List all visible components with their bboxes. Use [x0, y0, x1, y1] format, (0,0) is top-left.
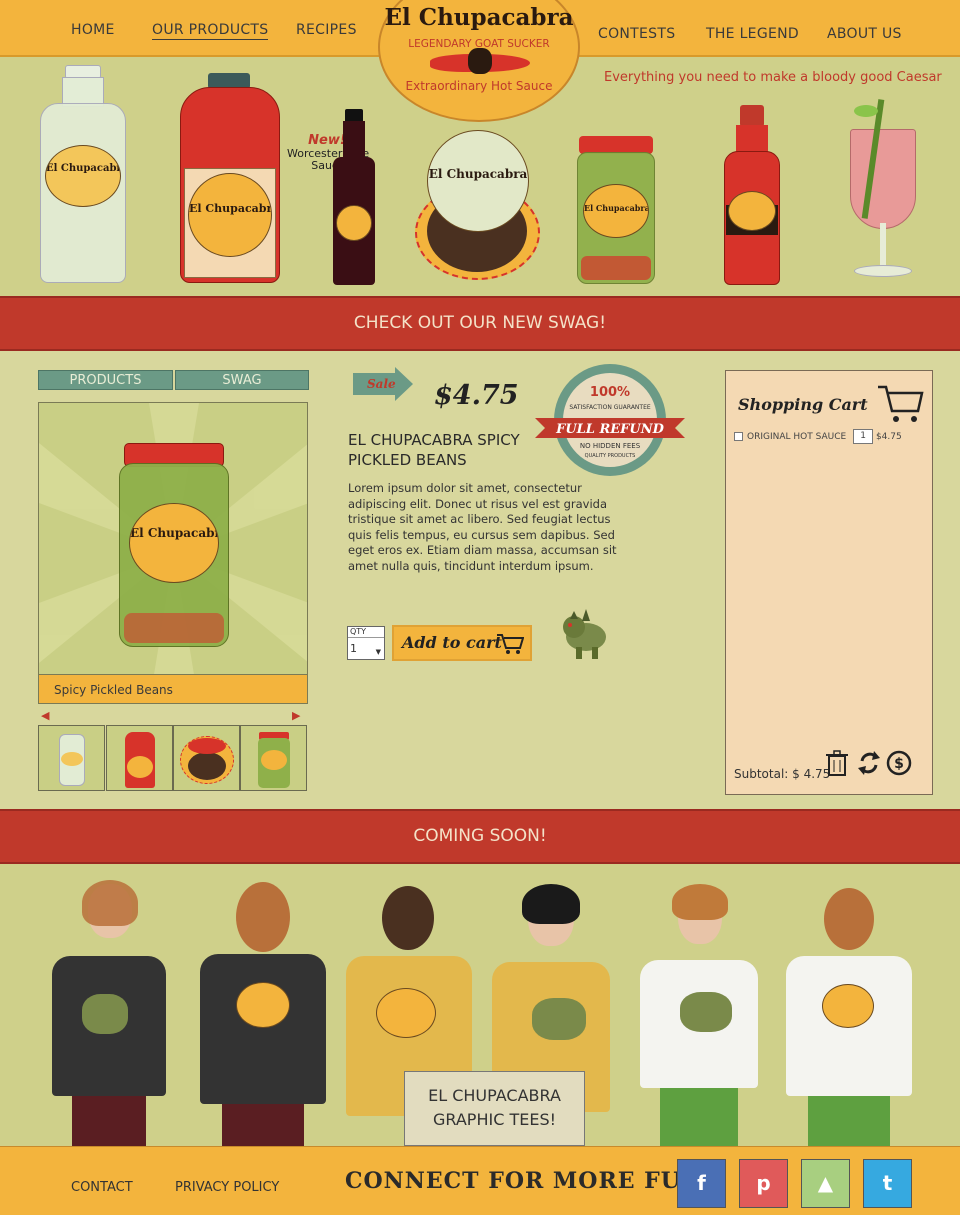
model-dark-tee-back[interactable]: [200, 882, 326, 1146]
svg-text:$: $: [894, 756, 904, 772]
product-title: EL CHUPACABRA SPICY PICKLED BEANS: [348, 431, 520, 469]
badge-quality: QUALITY PRODUCTS: [585, 453, 636, 459]
quantity-value: 1: [350, 642, 357, 655]
tees-caption-line2: GRAPHIC TEES!: [432, 1110, 557, 1129]
worcestershire-bottle-image[interactable]: [333, 109, 375, 285]
android-button[interactable]: ▲: [801, 1159, 850, 1208]
shopping-cart-icon: [878, 385, 924, 422]
gallery-prev-arrow[interactable]: ◀: [41, 709, 49, 722]
footer-privacy-link[interactable]: PRIVACY POLICY: [175, 1180, 279, 1195]
sale-label: Sale: [367, 377, 396, 391]
shopping-cart-panel: Shopping Cart ORIGINAL HOT SAUCE 1 $4.75…: [725, 370, 933, 795]
nav-our-products[interactable]: OUR PRODUCTS: [152, 22, 269, 40]
checkout-dollar-icon[interactable]: $: [886, 749, 912, 777]
chupacabra-monster-icon: [563, 609, 606, 659]
connect-heading: CONNECT FOR MORE FUN: [345, 1168, 703, 1194]
badge-ribbon: FULL REFUND: [555, 422, 665, 437]
hero-tagline: Everything you need to make a bloody goo…: [604, 70, 942, 85]
badge-fees: NO HIDDEN FEES: [580, 442, 641, 450]
cart-subtotal: Subtotal: $ 4.75: [734, 767, 831, 781]
nav-about-us[interactable]: ABOUT US: [827, 26, 902, 42]
quantity-select[interactable]: QTY 1 ▼: [347, 626, 385, 660]
tomato-cocktail-bottle-image[interactable]: El Chupacabra: [180, 73, 280, 285]
nav-contests[interactable]: CONTESTS: [598, 26, 675, 42]
model-white-tee-back[interactable]: [786, 888, 912, 1146]
cart-icon: [497, 634, 524, 654]
thumbnail-pickled-beans[interactable]: [240, 725, 307, 791]
swag-banner[interactable]: CHECK OUT OUR NEW SWAG!: [0, 296, 960, 351]
footer-contact-link[interactable]: CONTACT: [71, 1180, 133, 1195]
logo-tagline: Extraordinary Hot Sauce: [405, 79, 553, 93]
vodka-bottle-image[interactable]: El Chupacabra: [40, 65, 126, 285]
product-image-caption: Spicy Pickled Beans: [38, 674, 308, 704]
hot-sauce-bottle-image[interactable]: [724, 105, 780, 285]
model-white-tee-front[interactable]: [640, 884, 758, 1146]
twitter-icon: t: [882, 1171, 893, 1195]
thumbnail-tomato-cocktail[interactable]: [106, 725, 173, 791]
nav-home[interactable]: HOME: [71, 22, 115, 38]
tab-products[interactable]: PRODUCTS: [38, 370, 173, 390]
android-icon: ▲: [817, 1171, 834, 1195]
thumbnail-caesar-rimmer[interactable]: [173, 725, 240, 791]
nav-recipes[interactable]: RECIPES: [296, 22, 357, 38]
trash-icon[interactable]: [824, 749, 850, 777]
product-main-image[interactable]: El Chupacabra: [38, 402, 308, 704]
cart-item-qty-input[interactable]: 1: [853, 429, 874, 444]
tees-caption-line1: EL CHUPACABRA: [428, 1086, 561, 1105]
cart-title: Shopping Cart: [738, 395, 868, 414]
gallery-next-arrow[interactable]: ▶: [292, 709, 300, 722]
twitter-button[interactable]: t: [863, 1159, 912, 1208]
thumbnail-vodka[interactable]: [38, 725, 105, 791]
cart-item-name: ORIGINAL HOT SAUCE: [747, 432, 847, 442]
tab-swag[interactable]: SWAG: [175, 370, 309, 390]
cart-item: ORIGINAL HOT SAUCE 1 $4.75: [734, 429, 929, 445]
footer: CONTACT PRIVACY POLICY CONNECT FOR MORE …: [0, 1146, 960, 1215]
nav-the-legend[interactable]: THE LEGEND: [706, 26, 799, 42]
facebook-button[interactable]: f: [677, 1159, 726, 1208]
jar-label: El Chupacabra: [129, 503, 219, 583]
sale-flag: Sale: [353, 367, 413, 401]
product-price: $4.75: [434, 380, 519, 411]
refresh-icon[interactable]: [856, 749, 882, 777]
pinterest-button[interactable]: p: [739, 1159, 788, 1208]
cart-item-checkbox[interactable]: [734, 432, 743, 441]
model-dark-tee-front[interactable]: [52, 880, 166, 1146]
cart-item-price: $4.75: [875, 432, 902, 442]
satisfaction-badge: 100% SATISFACTION GUARANTEE FULL REFUND …: [535, 364, 685, 476]
quantity-label: QTY: [348, 627, 384, 638]
logo-title: El Chupacabra: [384, 4, 574, 31]
caesar-rimmer-image[interactable]: El Chupacabra: [415, 130, 540, 280]
add-to-cart-button[interactable]: Add to cart: [392, 625, 532, 661]
pickled-beans-jar-image[interactable]: El Chupacabra: [577, 136, 655, 284]
facebook-icon: f: [697, 1171, 706, 1195]
coming-soon-banner[interactable]: COMING SOON!: [0, 809, 960, 864]
badge-guarantee: SATISFACTION GUARANTEE: [569, 404, 651, 411]
caesar-glass-image[interactable]: [840, 97, 926, 287]
product-description: Lorem ipsum dolor sit amet, consectetur …: [348, 481, 617, 573]
pinterest-icon: p: [756, 1171, 771, 1195]
tees-caption[interactable]: EL CHUPACABRA GRAPHIC TEES!: [404, 1071, 585, 1146]
chevron-down-icon: ▼: [375, 648, 381, 656]
chupacabra-bug-icon: [468, 48, 492, 74]
badge-percent: 100%: [590, 385, 630, 400]
